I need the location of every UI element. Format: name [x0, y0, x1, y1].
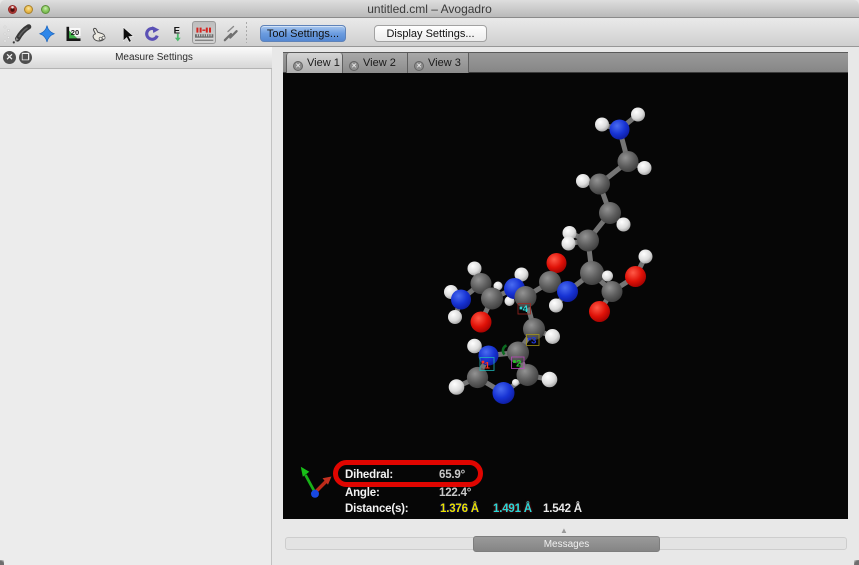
svg-text:4: 4 [523, 304, 529, 315]
svg-text:20: 20 [71, 28, 79, 37]
svg-text:2: 2 [516, 359, 521, 370]
svg-text:1: 1 [485, 361, 491, 372]
svg-text:E: E [174, 26, 180, 37]
svg-text:3: 3 [531, 336, 536, 347]
